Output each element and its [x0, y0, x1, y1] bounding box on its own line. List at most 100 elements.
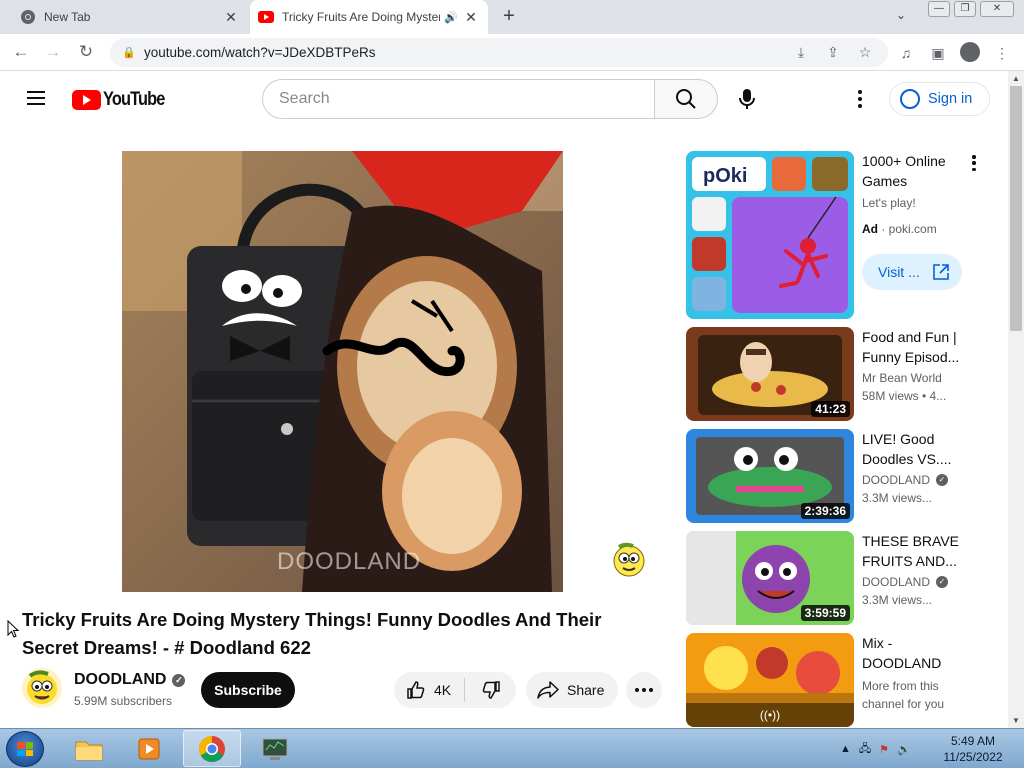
- back-arrow-icon[interactable]: ←: [10, 41, 32, 63]
- close-tab-icon[interactable]: ✕: [222, 8, 240, 26]
- share-arrow-icon: [537, 681, 559, 699]
- media-player-taskbar-icon[interactable]: [120, 730, 178, 767]
- video-channel[interactable]: DOODLAND ✓: [862, 575, 949, 589]
- voice-search-button[interactable]: [727, 79, 767, 119]
- tab-youtube-video[interactable]: Tricky Fruits Are Doing Mystery Things! …: [250, 0, 488, 34]
- video-channel-name: DOODLAND: [862, 575, 931, 589]
- video-title: Tricky Fruits Are Doing Mystery Things! …: [22, 609, 602, 658]
- doodle-sticker-icon: [611, 541, 647, 577]
- youtube-header: YouTube Search Sign in: [0, 71, 1008, 127]
- youtube-logo-text: YouTube: [103, 89, 165, 110]
- youtube-logo[interactable]: YouTube: [72, 89, 174, 111]
- mix-playlist-item[interactable]: ((•)) Mix - DOODLAND More from this chan…: [686, 633, 986, 728]
- action-center-flag-icon[interactable]: ⚑: [879, 743, 889, 756]
- related-video-item[interactable]: 3:59:59 THESE BRAVE FRUITS AND... DOODLA…: [686, 531, 986, 627]
- sign-in-label: Sign in: [928, 91, 973, 107]
- side-panel-icon[interactable]: ▣: [928, 43, 948, 63]
- video-thumbnail[interactable]: 3:59:59: [686, 531, 854, 625]
- address-bar[interactable]: 🔒 youtube.com/watch?v=JDeXDBTPeRs: [110, 38, 888, 67]
- scroll-up-icon[interactable]: ▲: [1012, 74, 1020, 83]
- lock-icon: 🔒: [122, 47, 136, 59]
- mix-meta: More from this channel for you: [862, 679, 945, 711]
- ad-domain: poki.com: [888, 222, 937, 236]
- like-button[interactable]: 4K: [394, 672, 464, 708]
- file-explorer-taskbar-icon[interactable]: [60, 730, 118, 767]
- network-icon[interactable]: 🖧: [859, 740, 871, 759]
- media-control-icon[interactable]: ♫: [896, 43, 916, 63]
- channel-name[interactable]: DOODLAND ✓: [74, 671, 186, 689]
- video-thumbnail[interactable]: 41:23: [686, 327, 854, 421]
- search-button[interactable]: [654, 79, 718, 119]
- reload-icon[interactable]: ↻: [75, 41, 97, 63]
- tab-title: New Tab: [44, 10, 91, 24]
- video-frame-image: DOODLAND: [122, 151, 563, 592]
- page-scrollbar[interactable]: ▲ ▼: [1008, 71, 1024, 728]
- chrome-menu-icon[interactable]: ⋮: [992, 43, 1012, 63]
- sign-in-button[interactable]: Sign in: [889, 82, 990, 116]
- system-monitor-taskbar-icon[interactable]: [246, 730, 304, 767]
- video-title[interactable]: Food and Fun | Funny Episod...: [862, 327, 962, 367]
- share-button[interactable]: Share: [526, 672, 618, 708]
- new-tab-button[interactable]: +: [498, 6, 520, 28]
- youtube-favicon-icon: [258, 9, 274, 25]
- taskbar-clock[interactable]: 5:49 AM 11/25/2022: [934, 733, 1012, 765]
- scroll-down-icon[interactable]: ▼: [1012, 716, 1020, 725]
- video-title[interactable]: LIVE! Good Doodles VS....: [862, 429, 962, 469]
- more-actions-button[interactable]: [626, 672, 662, 708]
- minimize-button[interactable]: —: [928, 1, 950, 17]
- video-channel[interactable]: DOODLAND ✓: [862, 473, 949, 487]
- ad-description: Let's play!: [862, 196, 916, 210]
- share-label: Share: [567, 682, 605, 698]
- video-title[interactable]: THESE BRAVE FRUITS AND...: [862, 531, 962, 571]
- verified-check-icon: ✓: [172, 673, 186, 687]
- subscribe-button[interactable]: Subscribe: [201, 672, 295, 708]
- url-text: youtube.com/watch?v=JDeXDBTPeRs: [144, 45, 376, 60]
- related-video-item[interactable]: 2:39:36 LIVE! Good Doodles VS.... DOODLA…: [686, 429, 986, 525]
- dislike-button[interactable]: [466, 672, 516, 708]
- ad-title[interactable]: 1000+ Online Games: [862, 151, 962, 191]
- install-app-icon[interactable]: ⤓: [792, 43, 810, 61]
- settings-more-icon[interactable]: [850, 88, 870, 110]
- video-duration: 41:23: [811, 401, 850, 417]
- share-page-icon[interactable]: ⇪: [824, 43, 842, 61]
- like-count: 4K: [434, 682, 452, 698]
- bookmark-star-icon[interactable]: ☆: [856, 43, 874, 61]
- ad-more-icon[interactable]: [968, 155, 980, 171]
- mix-thumbnail[interactable]: ((•)): [686, 633, 854, 727]
- verified-check-icon: ✓: [936, 474, 949, 486]
- ad-thumbnail[interactable]: pOki: [686, 151, 854, 319]
- video-player[interactable]: DOODLAND: [122, 151, 563, 592]
- scrollbar-thumb[interactable]: [1010, 86, 1022, 331]
- menu-hamburger-icon[interactable]: [27, 91, 45, 105]
- subscriber-count: 5.99M subscribers: [74, 694, 173, 708]
- visit-ad-button[interactable]: Visit ...: [862, 254, 962, 290]
- forward-arrow-icon[interactable]: →: [42, 41, 64, 63]
- user-circle-icon: [900, 89, 920, 109]
- mix-radio-icon: ((•)): [686, 703, 854, 727]
- audio-playing-icon[interactable]: 🔊: [444, 11, 458, 24]
- profile-avatar-icon[interactable]: [960, 42, 980, 62]
- video-meta: 3.3M views...: [862, 491, 933, 505]
- mix-title[interactable]: Mix - DOODLAND: [862, 633, 962, 673]
- search-input[interactable]: Search: [262, 79, 655, 119]
- related-video-item[interactable]: 41:23 Food and Fun | Funny Episod... Mr …: [686, 327, 986, 423]
- tab-search-chevron-icon[interactable]: ⌄: [896, 8, 906, 22]
- like-dislike-group: 4K: [394, 672, 516, 708]
- verified-check-icon: ✓: [936, 576, 949, 588]
- channel-avatar[interactable]: [22, 668, 62, 708]
- window-close-button[interactable]: ✕: [980, 1, 1014, 17]
- tray-expand-icon[interactable]: ▲: [840, 743, 851, 755]
- maximize-button[interactable]: ❐: [954, 1, 976, 17]
- start-button[interactable]: [6, 731, 44, 767]
- volume-icon[interactable]: 🔈: [897, 743, 911, 756]
- close-tab-icon[interactable]: ✕: [462, 8, 480, 26]
- tab-new-tab[interactable]: New Tab ✕: [8, 0, 248, 34]
- video-channel[interactable]: Mr Bean World: [862, 371, 942, 385]
- video-thumbnail[interactable]: 2:39:36: [686, 429, 854, 523]
- mouse-cursor-icon: [7, 620, 19, 638]
- video-channel-name: DOODLAND: [862, 473, 931, 487]
- tab-title: Tricky Fruits Are Doing Mystery Things! …: [282, 10, 441, 24]
- like-divider: [464, 678, 465, 702]
- chrome-taskbar-icon[interactable]: [183, 730, 241, 767]
- clock-time: 5:49 AM: [950, 734, 996, 748]
